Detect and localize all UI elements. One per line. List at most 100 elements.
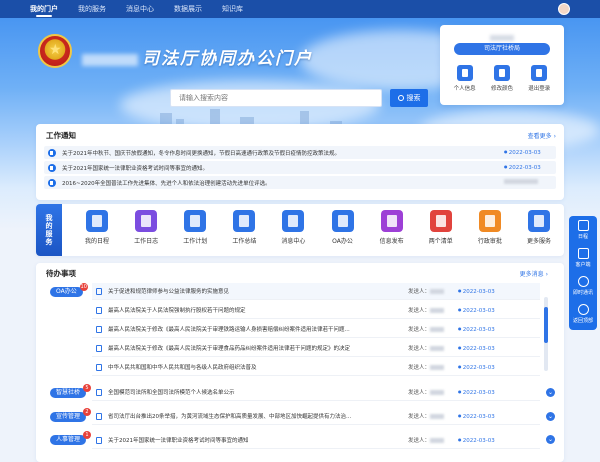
notice-panel: 工作通知 查看更多 关于2021年中秋节、国庆节放假通知，冬令作息时间更换通知，… [36,124,564,200]
top-nav: 我的门户 我的服务 消息中心 数据展示 知识库 [0,0,600,18]
speaker-icon [48,148,56,157]
count-badge: 1 [83,431,92,439]
sender: 发送人： [408,388,458,396]
service-log[interactable]: 工作日志 [125,210,167,245]
count-badge: 2 [83,408,92,416]
document-icon [96,436,102,444]
shirt-icon [493,65,510,81]
nav-my-services[interactable]: 我的服务 [78,0,106,18]
category-oa[interactable]: OA办公 10 [50,283,88,297]
list-icon [429,210,452,232]
message-icon [282,210,305,232]
chat-icon [577,276,589,287]
nav-knowledge-base[interactable]: 知识库 [222,0,243,18]
plan-icon [184,210,207,232]
service-plan[interactable]: 工作计划 [174,210,216,245]
service-list[interactable]: 两个清单 [420,210,462,245]
float-top-button[interactable]: 返回顶部 [569,300,597,328]
summary-icon [233,210,256,232]
search-input[interactable] [171,90,381,106]
calendar-icon [86,210,108,232]
document-icon [96,388,102,396]
top-icon [577,304,589,315]
category-publicity[interactable]: 宣传管理 2 [50,408,92,422]
notice-item[interactable]: 关于2021年中秋节、国庆节放假通知，冬令作息时间更换通知，节假日高速通行政策及… [44,146,556,159]
document-icon [96,306,102,314]
todo-row[interactable]: 最高人民法院关于人民法院强制执行股权若干问题的规定发送人：2022-03-03 [92,302,540,319]
publish-icon [380,210,403,232]
client-icon [577,248,589,259]
emblem-icon [38,34,72,68]
service-publish[interactable]: 信息发布 [371,210,413,245]
calendar-icon [577,220,589,231]
log-icon [135,210,158,232]
id-card-icon [456,65,473,81]
user-dept-badge: 司法厅社桥局 [454,43,550,55]
todo-row[interactable]: 中华人民共和国和中华人民共和国与各级人民政府组织法普及发送人：2022-03-0… [92,359,540,376]
notice-item[interactable]: 2016~2020年全国普法工作先进集体、先进个人和依法治理创建活动先进单位评选… [44,176,556,189]
change-color-button[interactable]: 修改颜色 [487,65,517,92]
document-icon [96,363,102,371]
logout-icon [531,65,548,81]
sender: 发送人： [408,344,458,352]
expand-button[interactable]: ⌄ [546,435,555,444]
logout-button[interactable]: 退出登录 [524,65,554,92]
expand-button[interactable]: ⌄ [546,412,555,421]
sender: 发送人： [408,436,458,444]
document-icon [96,325,102,333]
category-smart-bridge[interactable]: 智慧社桥 5 [50,384,92,398]
todo-more-link[interactable]: 更多消息 [520,269,548,278]
approval-icon [478,210,501,232]
notice-more-link[interactable]: 查看更多 [528,131,556,140]
notice-item[interactable]: 关于2021年国家统一法律职业资格考试时间等事宜的通知。2022-03-03 [44,161,556,174]
sender: 发送人： [408,363,458,371]
scrollbar-thumb[interactable] [544,307,548,343]
nav-my-portal[interactable]: 我的门户 [30,0,58,18]
page-title: 司法厅协同办公门户 [82,44,313,69]
float-toolbar: 日程 客户端 即时通讯 返回顶部 [569,216,597,330]
todo-row[interactable]: 全国模范司法所和全国司法所模范个人候选名单公示发送人：2022-03-03 [92,384,540,401]
document-icon [96,344,102,352]
service-summary[interactable]: 工作总结 [223,210,265,245]
sender: 发送人： [408,306,458,314]
todo-row[interactable]: 最高人民法院关于修改《最高人民法院关于审理铁路运输人身损害赔偿纠纷案件适用法律若… [92,321,540,338]
float-calendar-button[interactable]: 日程 [569,216,597,244]
service-approval[interactable]: 行政审批 [469,210,511,245]
more-icon [527,210,550,232]
todo-scrollbar[interactable] [544,297,548,371]
document-icon [96,412,102,420]
todo-row[interactable]: 关于促进和规范律师参与公益法律服务的实施意见发送人：2022-03-03 [92,283,540,300]
float-chat-button[interactable]: 即时通讯 [569,272,597,300]
user-card: 司法厅社桥局 个人信息 修改颜色 退出登录 [440,25,564,105]
nav-message-center[interactable]: 消息中心 [126,0,154,18]
notice-title: 工作通知 [46,131,76,140]
todo-panel: 待办事项 更多消息 OA办公10 智慧社桥5 宣传管理2 人事管理1 关于促进和… [36,263,564,462]
search-button[interactable]: 搜索 [390,89,428,107]
todo-row[interactable]: 关于2021年国家统一法律职业资格考试时间等事宜的通知发送人：2022-03-0… [92,432,540,449]
services-tag: 我的服务 [36,204,62,256]
user-name [490,35,514,41]
sender: 发送人： [408,287,458,295]
search-icon [397,95,404,101]
count-badge: 5 [83,384,92,392]
sender: 发送人： [408,325,458,333]
todo-row[interactable]: 省司法厅出台推出20条举措，为黄河流域生态保护和高质量发展、中部地区加快崛起提供… [92,408,540,425]
expand-button[interactable]: ⌄ [546,388,555,397]
document-icon [96,287,102,295]
profile-button[interactable]: 个人信息 [450,65,480,92]
float-client-button[interactable]: 客户端 [569,244,597,272]
service-calendar[interactable]: 我的日程 [76,210,118,245]
service-oa[interactable]: OA办公 [322,210,364,245]
avatar[interactable] [558,3,570,15]
service-message[interactable]: 消息中心 [272,210,314,245]
speaker-icon [48,163,56,172]
todo-title: 待办事项 [46,269,76,278]
speaker-icon [48,178,56,187]
service-more[interactable]: 更多服务 [518,210,560,245]
search-box [170,89,382,107]
oa-icon [331,210,354,232]
nav-data-display[interactable]: 数据展示 [174,0,202,18]
todo-row[interactable]: 最高人民法院关于修改《最高人民法院关于审理食品药品纠纷案件适用法律若干问题的规定… [92,340,540,357]
count-badge: 10 [79,283,88,291]
category-hr[interactable]: 人事管理 1 [50,431,92,445]
